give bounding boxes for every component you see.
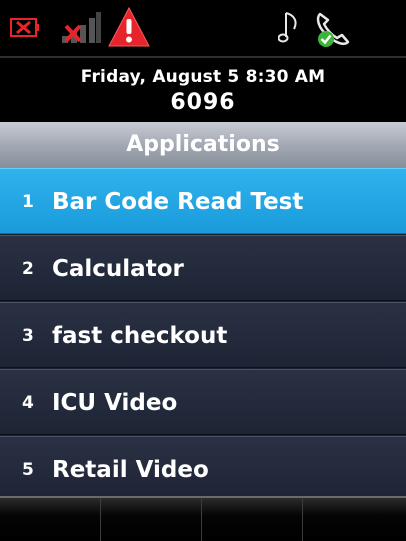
list-item-number: 1 <box>22 192 34 212</box>
list-item-calculator[interactable]: 2 Calculator <box>0 235 406 301</box>
list-item-icu-video[interactable]: 4 ICU Video <box>0 369 406 435</box>
list-item-retail-video[interactable]: 5 Retail Video <box>0 436 406 496</box>
call-handset-icon <box>316 12 350 47</box>
list-item-fast-checkout[interactable]: 3 fast checkout <box>0 302 406 368</box>
softkey-4[interactable] <box>303 498 404 541</box>
list-item-label: ICU Video <box>52 390 178 416</box>
list-item-label: Retail Video <box>52 457 209 483</box>
softkey-bar <box>0 496 406 541</box>
no-signal-icon <box>62 12 101 43</box>
battery-empty-icon <box>10 18 39 37</box>
list-item-number: 4 <box>22 393 34 413</box>
list-item-label: Bar Code Read Test <box>52 189 304 215</box>
list-item-number: 3 <box>22 326 34 346</box>
status-bar <box>0 0 406 54</box>
applications-list[interactable]: 1 Bar Code Read Test 2 Calculator 3 fast… <box>0 168 406 496</box>
softkey-3[interactable] <box>202 498 303 541</box>
softkey-2[interactable] <box>101 498 202 541</box>
page-title-bar: Applications <box>0 122 406 168</box>
page-title: Applications <box>126 132 280 157</box>
phone-header: Friday, August 5 8:30 AM 6096 <box>0 56 406 122</box>
softkey-1[interactable] <box>0 498 101 541</box>
line-extension: 6096 <box>170 90 236 115</box>
list-item-bar-code-read-test[interactable]: 1 Bar Code Read Test <box>0 168 406 234</box>
list-item-label: fast checkout <box>52 323 228 349</box>
alert-icon <box>108 6 150 47</box>
list-item-label: Calculator <box>52 256 184 282</box>
list-item-number: 2 <box>22 259 34 279</box>
date-time: Friday, August 5 8:30 AM <box>80 67 326 87</box>
list-item-number: 5 <box>22 460 34 480</box>
ringer-icon <box>278 12 297 43</box>
